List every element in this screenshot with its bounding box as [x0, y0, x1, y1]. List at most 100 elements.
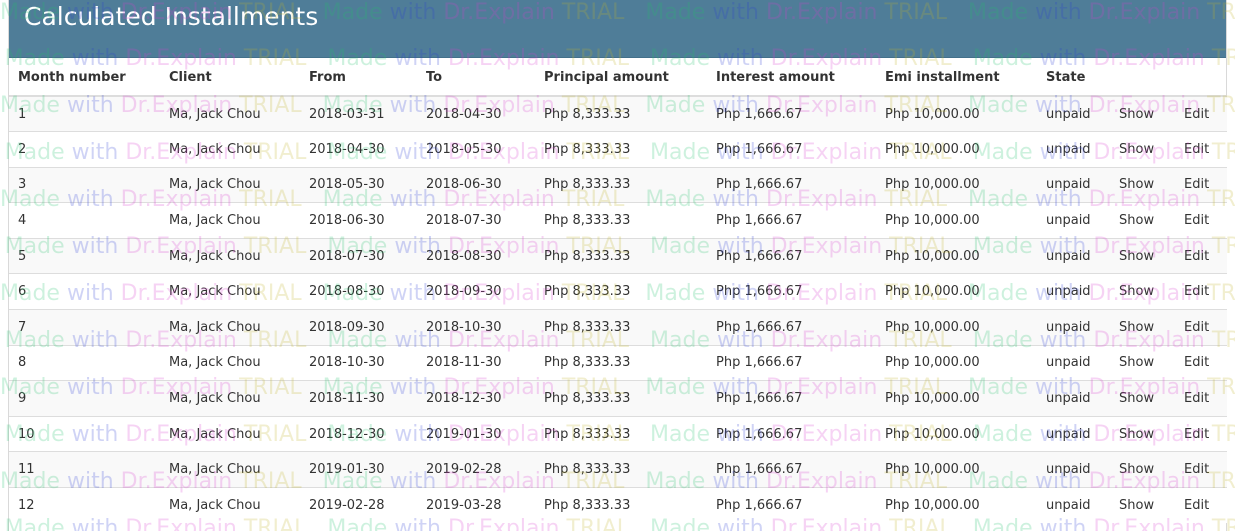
state-cell: unpaid	[1037, 273, 1110, 310]
column-header-emi-installment: Emi installment	[876, 60, 1037, 97]
to-date-cell: 2018-10-30	[417, 309, 535, 346]
to-date-cell: 2018-09-30	[417, 273, 535, 310]
principal-amount-cell: Php 8,333.33	[535, 415, 707, 452]
emi-installment-cell: Php 10,000.00	[876, 166, 1037, 203]
month-number-cell: 5	[9, 237, 160, 274]
table-row: 11 Ma, Jack Chou 2019-01-30 2019-02-28 P…	[9, 451, 1227, 488]
month-number-cell: 1	[9, 95, 160, 132]
table-row: 1 Ma, Jack Chou 2018-03-31 2018-04-30 Ph…	[9, 95, 1227, 132]
show-link[interactable]: Show	[1119, 355, 1154, 370]
interest-amount-cell: Php 1,666.67	[707, 487, 876, 524]
to-date-cell: 2018-06-30	[417, 166, 535, 203]
edit-cell: Edit	[1175, 237, 1227, 274]
edit-link[interactable]: Edit	[1184, 355, 1209, 370]
show-cell: Show	[1110, 166, 1175, 203]
month-number-cell: 11	[9, 451, 160, 488]
show-link[interactable]: Show	[1119, 498, 1154, 513]
edit-link[interactable]: Edit	[1184, 213, 1209, 228]
table-header-row: Month number Client From To Principal am…	[9, 60, 1227, 97]
column-header-state: State	[1037, 60, 1110, 97]
state-cell: unpaid	[1037, 166, 1110, 203]
to-date-cell: 2018-12-30	[417, 380, 535, 417]
edit-link[interactable]: Edit	[1184, 107, 1209, 122]
state-cell: unpaid	[1037, 344, 1110, 381]
edit-link[interactable]: Edit	[1184, 249, 1209, 264]
emi-installment-cell: Php 10,000.00	[876, 415, 1037, 452]
show-cell: Show	[1110, 344, 1175, 381]
show-cell: Show	[1110, 131, 1175, 168]
show-link[interactable]: Show	[1119, 142, 1154, 157]
edit-cell: Edit	[1175, 380, 1227, 417]
state-cell: unpaid	[1037, 131, 1110, 168]
emi-installment-cell: Php 10,000.00	[876, 344, 1037, 381]
from-date-cell: 2018-11-30	[300, 380, 417, 417]
client-cell: Ma, Jack Chou	[160, 344, 300, 381]
state-cell: unpaid	[1037, 451, 1110, 488]
show-link[interactable]: Show	[1119, 391, 1154, 406]
from-date-cell: 2019-02-28	[300, 487, 417, 524]
client-cell: Ma, Jack Chou	[160, 451, 300, 488]
emi-installment-cell: Php 10,000.00	[876, 273, 1037, 310]
emi-installment-cell: Php 10,000.00	[876, 487, 1037, 524]
client-cell: Ma, Jack Chou	[160, 166, 300, 203]
edit-link[interactable]: Edit	[1184, 462, 1209, 477]
interest-amount-cell: Php 1,666.67	[707, 95, 876, 132]
from-date-cell: 2019-01-30	[300, 451, 417, 488]
edit-link[interactable]: Edit	[1184, 142, 1209, 157]
month-number-cell: 4	[9, 202, 160, 239]
principal-amount-cell: Php 8,333.33	[535, 237, 707, 274]
table-row: 4 Ma, Jack Chou 2018-06-30 2018-07-30 Ph…	[9, 202, 1227, 239]
interest-amount-cell: Php 1,666.67	[707, 131, 876, 168]
page-title: Calculated Installments	[24, 2, 319, 31]
interest-amount-cell: Php 1,666.67	[707, 380, 876, 417]
interest-amount-cell: Php 1,666.67	[707, 344, 876, 381]
show-link[interactable]: Show	[1119, 284, 1154, 299]
from-date-cell: 2018-03-31	[300, 95, 417, 132]
edit-link[interactable]: Edit	[1184, 320, 1209, 335]
show-link[interactable]: Show	[1119, 320, 1154, 335]
interest-amount-cell: Php 1,666.67	[707, 202, 876, 239]
state-cell: unpaid	[1037, 380, 1110, 417]
show-link[interactable]: Show	[1119, 213, 1154, 228]
column-header-principal-amount: Principal amount	[535, 60, 707, 97]
show-link[interactable]: Show	[1119, 462, 1154, 477]
to-date-cell: 2019-01-30	[417, 415, 535, 452]
to-date-cell: 2018-08-30	[417, 237, 535, 274]
show-cell: Show	[1110, 309, 1175, 346]
column-header-interest-amount: Interest amount	[707, 60, 876, 97]
edit-link[interactable]: Edit	[1184, 177, 1209, 192]
state-cell: unpaid	[1037, 415, 1110, 452]
edit-link[interactable]: Edit	[1184, 391, 1209, 406]
edit-cell: Edit	[1175, 166, 1227, 203]
to-date-cell: 2018-07-30	[417, 202, 535, 239]
from-date-cell: 2018-09-30	[300, 309, 417, 346]
table-row: 7 Ma, Jack Chou 2018-09-30 2018-10-30 Ph…	[9, 309, 1227, 346]
principal-amount-cell: Php 8,333.33	[535, 451, 707, 488]
edit-link[interactable]: Edit	[1184, 498, 1209, 513]
month-number-cell: 2	[9, 131, 160, 168]
from-date-cell: 2018-12-30	[300, 415, 417, 452]
interest-amount-cell: Php 1,666.67	[707, 451, 876, 488]
show-link[interactable]: Show	[1119, 177, 1154, 192]
table-row: 10 Ma, Jack Chou 2018-12-30 2019-01-30 P…	[9, 415, 1227, 452]
state-cell: unpaid	[1037, 237, 1110, 274]
show-link[interactable]: Show	[1119, 427, 1154, 442]
show-link[interactable]: Show	[1119, 107, 1154, 122]
state-cell: unpaid	[1037, 487, 1110, 524]
column-header-show	[1110, 60, 1175, 97]
column-header-client: Client	[160, 60, 300, 97]
edit-cell: Edit	[1175, 451, 1227, 488]
to-date-cell: 2019-03-28	[417, 487, 535, 524]
to-date-cell: 2019-02-28	[417, 451, 535, 488]
principal-amount-cell: Php 8,333.33	[535, 202, 707, 239]
edit-link[interactable]: Edit	[1184, 427, 1209, 442]
month-number-cell: 7	[9, 309, 160, 346]
edit-link[interactable]: Edit	[1184, 284, 1209, 299]
show-link[interactable]: Show	[1119, 249, 1154, 264]
table-row: 12 Ma, Jack Chou 2019-02-28 2019-03-28 P…	[9, 487, 1227, 524]
emi-installment-cell: Php 10,000.00	[876, 309, 1037, 346]
from-date-cell: 2018-04-30	[300, 131, 417, 168]
emi-installment-cell: Php 10,000.00	[876, 95, 1037, 132]
client-cell: Ma, Jack Chou	[160, 273, 300, 310]
column-header-month-number: Month number	[9, 60, 160, 97]
